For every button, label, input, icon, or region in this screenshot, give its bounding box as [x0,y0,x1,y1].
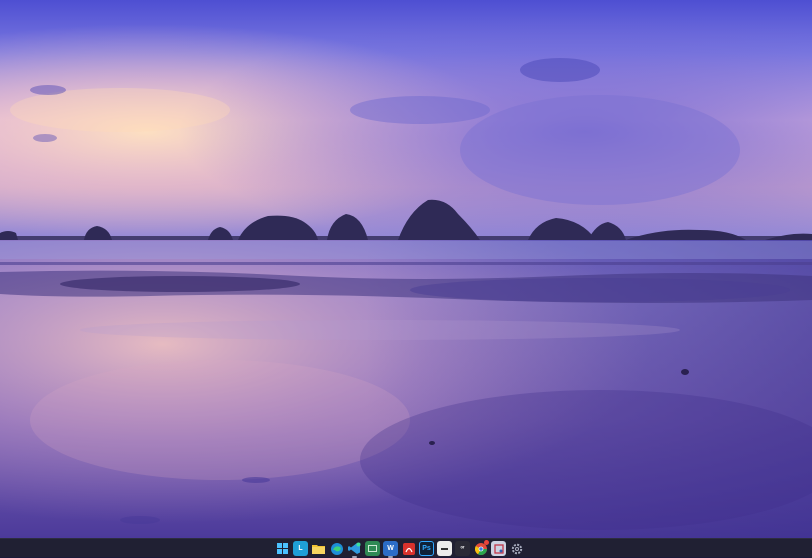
notification-badge [484,540,489,545]
taskbar-photoshop[interactable]: Ps [419,541,434,556]
taskbar-app-green[interactable] [365,541,380,556]
taskbar-word[interactable]: W [383,541,398,558]
desktop[interactable] [0,0,812,538]
taskbar-acrobat[interactable] [401,541,416,556]
start-button[interactable] [275,541,290,556]
taskbar-app-white[interactable] [437,541,452,556]
taskbar-snipping[interactable] [491,541,506,556]
taskbar-chrome[interactable] [473,540,489,556]
dark-app-icon: ᵒʳ [460,545,465,552]
taskbar-file-explorer[interactable] [311,541,326,556]
l-app-icon: L [298,545,303,552]
acrobat-icon [402,542,415,555]
settings-gear-icon [511,543,522,554]
white-app-icon [441,547,448,550]
taskbar-settings[interactable] [509,541,524,556]
taskbar-edge[interactable] [329,541,344,556]
wallpaper-image [0,0,812,538]
taskbar-app-strip: L W Ps ᵒʳ [275,540,524,558]
taskbar: L W Ps ᵒʳ [0,538,812,558]
photoshop-icon: Ps [422,545,431,552]
windows-logo-icon [277,543,288,554]
taskbar-vscode-insiders[interactable] [347,541,362,558]
taskbar-app-dark[interactable]: ᵒʳ [455,541,470,556]
snipping-tool-icon [493,543,504,554]
word-icon: W [387,545,394,552]
green-app-icon [368,545,377,552]
taskbar-app-l[interactable]: L [293,541,308,556]
folder-icon [312,545,325,554]
edge-icon [330,542,343,555]
vscode-icon [348,542,361,554]
